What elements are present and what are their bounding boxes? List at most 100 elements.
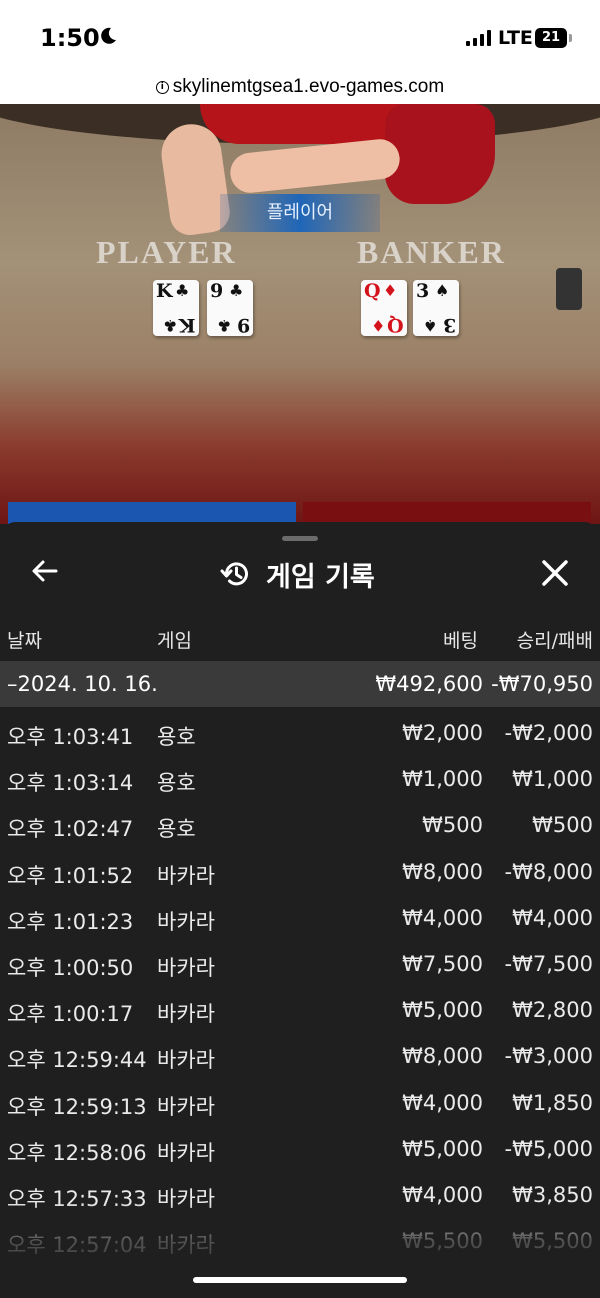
row-game: 바카라 [157,1094,215,1119]
url-bar[interactable]: i skylinemtgsea1.evo-games.com [0,70,600,104]
banker-bet-spot[interactable] [303,502,591,524]
history-row[interactable]: 오후 12:57:04 바카라 ₩5,500 ₩5,500 [0,1219,600,1265]
card-rank: K [156,280,173,302]
player-card-1: K ♣ K ♣ [153,280,199,336]
history-icon [220,562,248,586]
site-info-icon[interactable]: i [155,80,169,94]
row-result: -₩3,000 [504,1044,593,1069]
moon-icon [101,27,116,44]
column-header-result[interactable]: 승리/패배 [517,626,593,653]
card-suit: ♣ [162,316,177,335]
clock-time: 1:50 [40,24,100,52]
row-time: 오후 1:00:17 [7,1002,134,1027]
history-row[interactable]: 오후 1:03:41 용호 ₩2,000 -₩2,000 [0,711,600,757]
sheet-header: 게임 기록 [220,554,375,594]
history-row[interactable]: 오후 1:01:23 바카라 ₩4,000 ₩4,000 [0,896,600,942]
date-group-total-result: -₩70,950 [491,672,593,696]
cellular-signal-icon [466,30,491,46]
row-time: 오후 1:03:41 [7,725,134,749]
row-game: 바카라 [157,909,215,934]
status-bar: 1:50 LTE 21 [0,0,600,70]
home-indicator[interactable] [193,1277,407,1283]
row-time: 오후 12:58:06 [7,1140,147,1165]
row-game: 바카라 [157,1140,215,1165]
row-result: ₩1,850 [512,1090,593,1115]
row-game: 용호 [157,817,196,842]
row-bet: ₩4,000 [402,1090,483,1115]
row-time: 오후 12:57:33 [7,1186,147,1211]
history-row[interactable]: 오후 1:03:14 용호 ₩1,000 ₩1,000 [0,757,600,803]
row-game: 바카라 [157,1233,215,1258]
battery-icon: 21 [535,28,572,48]
row-game: 바카라 [157,1048,215,1073]
history-row[interactable]: 오후 12:58:06 바카라 ₩5,000 -₩5,000 [0,1127,600,1173]
row-game: 바카라 [157,1186,215,1211]
row-time: 오후 12:57:04 [7,1233,147,1258]
dealer-sleeve [385,104,495,204]
row-result: -₩5,000 [504,1136,593,1161]
row-time: 오후 1:02:47 [7,817,134,842]
history-row[interactable]: 오후 12:59:13 바카라 ₩4,000 ₩1,850 [0,1081,600,1127]
card-suit: ♣ [175,281,190,300]
row-bet: ₩8,000 [402,1044,483,1069]
row-game: 바카라 [157,1002,215,1027]
sheet-title: 게임 기록 [266,561,375,593]
banker-label: BANKER [357,234,506,270]
date-group-total-bet: ₩492,600 [375,672,483,696]
row-result: ₩1,000 [512,767,593,792]
card-suit: ♠ [422,316,437,335]
row-result: -₩2,000 [504,721,593,745]
card-rank: 3 [416,280,430,302]
card-shoe [556,268,582,310]
column-header-game[interactable]: 게임 [157,626,192,653]
history-row[interactable]: 오후 1:00:17 바카라 ₩5,000 ₩2,800 [0,988,600,1034]
history-row[interactable]: 오후 1:00:50 바카라 ₩7,500 -₩7,500 [0,942,600,988]
game-history-sheet: 게임 기록 날짜 게임 베팅 승리/패배 –2024. 10. 16. ₩492… [0,522,600,1298]
history-row[interactable]: 오후 1:01:52 바카라 ₩8,000 -₩8,000 [0,850,600,896]
date-group-date: –2024. 10. 16. [7,672,158,696]
card-suit: ♣ [229,281,244,300]
url-text: skylinemtgsea1.evo-games.com [172,76,445,97]
row-bet: ₩5,500 [402,1229,483,1254]
row-bet: ₩7,500 [402,951,483,976]
column-header-bet[interactable]: 베팅 [443,626,478,653]
row-bet: ₩8,000 [402,859,483,884]
row-result: ₩3,850 [512,1182,593,1207]
history-row[interactable]: 오후 1:02:47 용호 ₩500 ₩500 [0,803,600,849]
row-bet: ₩5,000 [402,1136,483,1161]
row-time: 오후 12:59:13 [7,1094,147,1119]
row-time: 오후 1:00:50 [7,955,134,980]
player-card-2: 9 ♣ 9 ♣ [207,280,253,336]
card-rank: Q [387,314,404,336]
row-bet: ₩1,000 [402,767,483,792]
card-rank: K [179,314,196,336]
player-bet-spot[interactable] [8,502,296,524]
column-header-date[interactable]: 날짜 [7,626,42,653]
row-time: 오후 12:59:44 [7,1048,147,1073]
banker-card-1: Q ♦ Q ♦ [361,280,407,336]
dealer-hand-right [228,137,402,195]
history-row[interactable]: 오후 12:59:44 바카라 ₩8,000 -₩3,000 [0,1034,600,1080]
live-table-video: 플레이어 PLAYER BANKER K ♣ K ♣ 9 ♣ 9 ♣ Q ♦ Q… [0,104,600,524]
row-result: ₩2,800 [512,998,593,1023]
row-time: 오후 1:01:23 [7,909,134,934]
row-bet: ₩4,000 [402,905,483,930]
close-icon[interactable] [536,554,574,592]
history-row[interactable]: 오후 12:57:33 바카라 ₩4,000 ₩3,850 [0,1173,600,1219]
date-group-row[interactable]: –2024. 10. 16. ₩492,600 -₩70,950 [0,661,600,707]
sheet-grabber[interactable] [282,536,318,541]
row-bet: ₩500 [422,813,483,838]
arrow-left-icon[interactable] [28,554,62,588]
row-game: 용호 [157,725,196,749]
row-game: 바카라 [157,955,215,980]
winner-banner: 플레이어 [220,194,380,232]
row-time: 오후 1:03:14 [7,771,134,796]
history-list: 오후 1:03:41 용호 ₩2,000 -₩2,000 오후 1:03:14 … [0,711,600,1265]
battery-level: 21 [541,30,561,45]
card-suit: ♣ [216,316,231,335]
card-suit: ♠ [435,281,450,300]
column-headers: 날짜 게임 베팅 승리/패배 [0,622,600,658]
row-result: ₩500 [532,813,593,838]
row-bet: ₩5,000 [402,998,483,1023]
row-result: -₩7,500 [504,951,593,976]
